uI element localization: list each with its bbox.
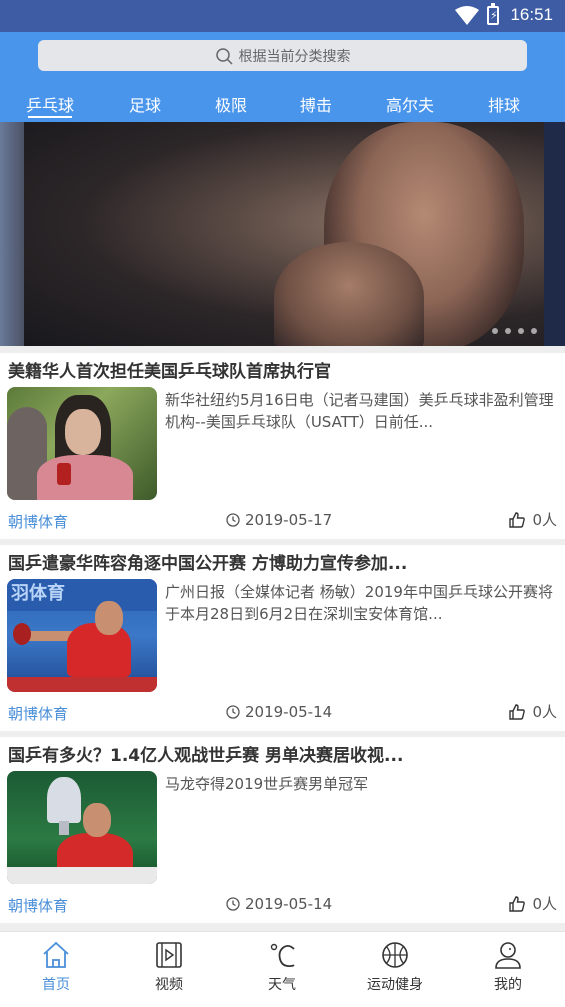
news-date-text: 2019-05-14 <box>245 703 333 721</box>
wifi-icon <box>455 6 479 25</box>
header: 根据当前分类搜索 乒乓球 足球 极限 搏击 高尔夫 排球 <box>0 32 565 122</box>
like-count: 0人 <box>532 703 557 721</box>
category-tabs: 乒乓球 足球 极限 搏击 高尔夫 排球 <box>0 88 565 122</box>
thumb-floor <box>7 677 157 692</box>
thumbs-up-icon <box>509 703 526 720</box>
battery-icon: ⚡ <box>487 3 499 25</box>
clock-icon <box>226 897 240 911</box>
banner-hand <box>274 242 424 346</box>
news-date-text: 2019-05-17 <box>245 511 333 529</box>
news-source: 朝博体育 <box>8 705 69 723</box>
carousel-indicator <box>492 328 537 334</box>
nav-fitness[interactable]: 运动健身 <box>355 940 435 994</box>
thumbs-up-icon <box>509 511 526 528</box>
nav-home[interactable]: 首页 <box>16 940 96 994</box>
weather-icon <box>270 943 295 968</box>
search-placeholder: 根据当前分类搜索 <box>238 48 351 65</box>
thumb-board-text: 羽体育 <box>7 579 157 611</box>
banner-image[interactable] <box>24 122 544 346</box>
tab-football[interactable]: 足球 <box>105 92 185 116</box>
news-title: 国乒遣豪华阵容角逐中国公开赛 方博助力宣传参加... <box>8 554 408 574</box>
carousel-dot <box>531 328 537 334</box>
search-icon <box>215 47 233 65</box>
news-date: 2019-05-17 <box>226 511 332 529</box>
carousel-dot <box>505 328 511 334</box>
news-source: 朝博体育 <box>8 513 69 531</box>
tab-pingpong[interactable]: 乒乓球 <box>10 92 90 116</box>
banner-next-peek <box>544 122 565 346</box>
nav-weather[interactable]: 天气 <box>242 940 322 994</box>
nav-label: 首页 <box>42 977 70 993</box>
news-title: 美籍华人首次担任美国乒乓球队首席执行官 <box>8 362 331 382</box>
thumb-paddle <box>13 623 31 645</box>
thumb-face <box>65 409 101 455</box>
thumb-mic <box>57 463 71 485</box>
news-item[interactable]: 美籍华人首次担任美国乒乓球队首席执行官 新华社纽约5月16日电（记者马建国）美乒… <box>0 353 565 539</box>
tab-combat[interactable]: 搏击 <box>276 92 356 116</box>
news-item[interactable]: 国乒有多火？1.4亿人观战世乒赛 男单决赛居收视... 马龙夺得2019世乒赛男… <box>0 737 565 923</box>
active-tab-indicator <box>28 116 72 118</box>
bottom-nav: 首页 视频 天气 运动健身 我的 <box>0 931 565 1007</box>
carousel-dot <box>518 328 524 334</box>
thumb-head <box>83 803 111 837</box>
like-count: 0人 <box>532 511 557 529</box>
news-summary: 新华社纽约5月16日电（记者马建国）美乒乓球非盈利管理机构--美国乒乓球队（US… <box>165 391 554 431</box>
tab-extreme[interactable]: 极限 <box>191 92 271 116</box>
basketball-icon <box>382 942 408 968</box>
news-thumbnail <box>7 387 157 500</box>
status-time: 16:51 <box>510 5 553 24</box>
banner-carousel[interactable] <box>0 122 565 346</box>
news-thumbnail <box>7 771 157 884</box>
like-button[interactable]: 0人 <box>508 893 557 914</box>
thumb-head <box>95 601 123 635</box>
thumb-ad-board <box>7 867 157 884</box>
video-icon <box>156 942 182 968</box>
news-date: 2019-05-14 <box>226 895 332 913</box>
nav-label: 我的 <box>494 977 522 993</box>
news-item[interactable]: 国乒遣豪华阵容角逐中国公开赛 方博助力宣传参加... 羽体育 广州日报（全媒体记… <box>0 545 565 731</box>
search-bar[interactable]: 根据当前分类搜索 <box>38 40 527 71</box>
like-button[interactable]: 0人 <box>508 701 557 722</box>
nav-label: 运动健身 <box>367 977 423 993</box>
nav-mine[interactable]: 我的 <box>468 940 548 994</box>
clock-icon <box>226 513 240 527</box>
tab-golf[interactable]: 高尔夫 <box>370 92 450 116</box>
news-summary: 广州日报（全媒体记者 杨敏）2019年中国乒乓球公开赛将于本月28日到6月2日在… <box>165 583 553 623</box>
thumb-trophy <box>47 777 81 823</box>
clock-icon <box>226 705 240 719</box>
banner-prev-peek <box>0 122 24 346</box>
like-button[interactable]: 0人 <box>508 509 557 530</box>
user-icon <box>495 942 521 969</box>
thumbs-up-icon <box>509 895 526 912</box>
home-icon <box>43 941 69 968</box>
nav-video[interactable]: 视频 <box>129 940 209 994</box>
nav-label: 视频 <box>155 977 183 993</box>
nav-label: 天气 <box>268 977 296 993</box>
news-date-text: 2019-05-14 <box>245 895 333 913</box>
news-date: 2019-05-14 <box>226 703 332 721</box>
news-source: 朝博体育 <box>8 897 69 915</box>
news-summary: 马龙夺得2019世乒赛男单冠军 <box>165 775 369 793</box>
carousel-dot <box>492 328 498 334</box>
thumb-trophy-stem <box>59 821 69 835</box>
news-title: 国乒有多火？1.4亿人观战世乒赛 男单决赛居收视... <box>8 746 404 766</box>
status-bar: ⚡ 16:51 <box>0 0 565 32</box>
news-thumbnail: 羽体育 <box>7 579 157 692</box>
thumb-body <box>37 455 133 500</box>
like-count: 0人 <box>532 895 557 913</box>
tab-volleyball[interactable]: 排球 <box>464 92 544 116</box>
